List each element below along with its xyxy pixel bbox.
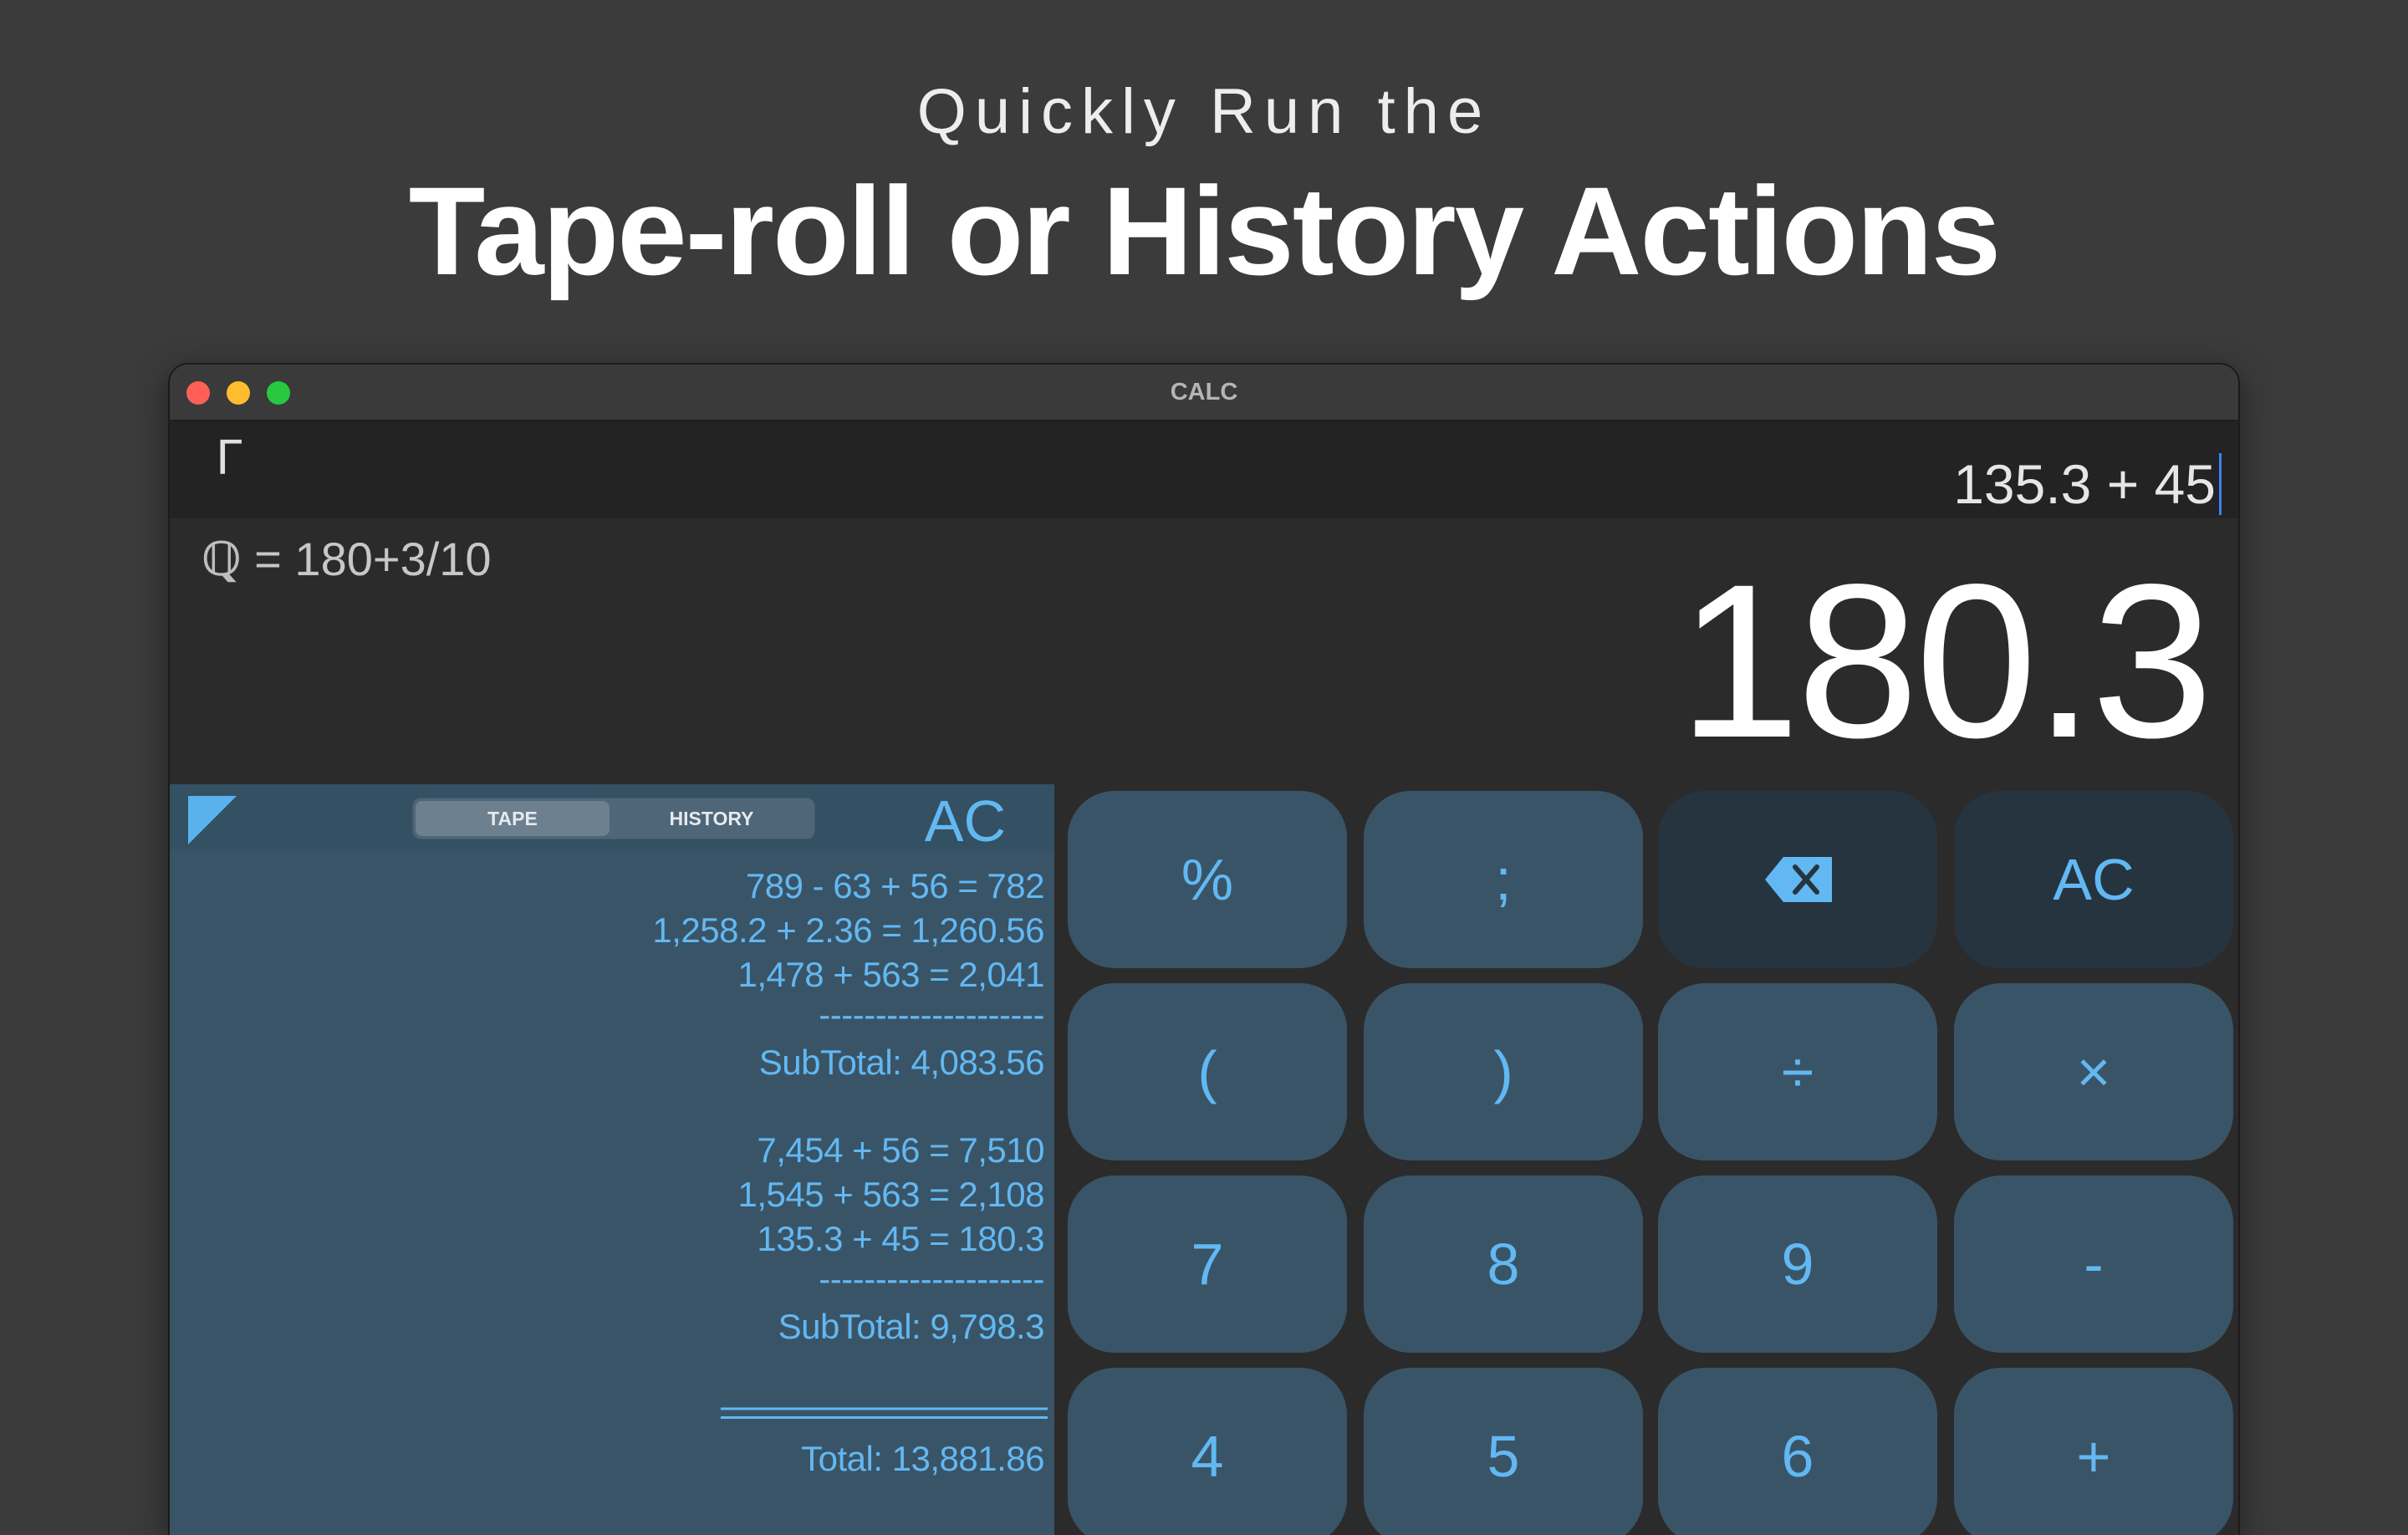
all-clear-key[interactable]: AC: [1954, 791, 2233, 968]
tape-line: 789 - 63 + 56 = 782: [745, 866, 1045, 905]
tape-separator: --------------------: [819, 995, 1044, 1034]
tape-line: 1,545 + 563 = 2,108: [737, 1175, 1044, 1214]
calc-window: CALC Γ 135.3 + 45 ℚ = 180+3/10 180.3 TAP…: [170, 365, 2238, 1535]
tape-total: Total: 13,881.86: [801, 1439, 1044, 1478]
tape-history-switch[interactable]: TAPE HISTORY: [412, 798, 815, 839]
tape-double-separator: =====================: [718, 1393, 1049, 1432]
open-paren-key[interactable]: (: [1068, 983, 1347, 1160]
backspace-key[interactable]: [1658, 791, 1937, 968]
digit-5-key[interactable]: 5: [1364, 1368, 1643, 1535]
percent-key[interactable]: %: [1068, 791, 1347, 968]
fraction-value: = 180+3/10: [241, 533, 492, 585]
title-bar: CALC: [170, 365, 2238, 421]
tape-subtotal: SubTotal: 4,083.56: [758, 1043, 1045, 1082]
expression-input[interactable]: 135.3 + 45: [1953, 453, 2222, 515]
headline-title: Tape-roll or History Actions: [408, 161, 2002, 301]
digit-9-key[interactable]: 9: [1658, 1175, 1937, 1353]
tape-line: 1,478 + 563 = 2,041: [737, 955, 1044, 994]
tape-line: 7,454 + 56 = 7,510: [757, 1130, 1044, 1170]
tape-line: 1,258.2 + 2.36 = 1,260.56: [652, 910, 1044, 950]
digit-7-key[interactable]: 7: [1068, 1175, 1347, 1353]
fraction-readout: ℚ = 180+3/10: [202, 532, 492, 587]
tape-line: 135.3 + 45 = 180.3: [757, 1219, 1044, 1258]
digit-4-key[interactable]: 4: [1068, 1368, 1347, 1535]
rational-icon: ℚ: [202, 533, 242, 585]
semicolon-key[interactable]: ;: [1364, 791, 1643, 968]
tape-separator: --------------------: [819, 1259, 1044, 1298]
headline-subtitle: Quickly Run the: [916, 76, 1492, 147]
input-mode-icon[interactable]: Γ: [216, 431, 242, 486]
result-value: 180.3: [1678, 538, 2213, 783]
keypad: % ; AC ( ) ÷ × 7 8 9 - 4 5 6 +: [1054, 784, 2238, 1535]
clear-tape-button[interactable]: AC: [925, 788, 1006, 854]
divide-key[interactable]: ÷: [1658, 983, 1937, 1160]
digit-6-key[interactable]: 6: [1658, 1368, 1937, 1535]
window-title: CALC: [1170, 379, 1238, 405]
tab-tape[interactable]: TAPE: [416, 801, 610, 836]
tab-history[interactable]: HISTORY: [615, 801, 809, 836]
result-display: ℚ = 180+3/10 180.3: [170, 518, 2238, 798]
multiply-key[interactable]: ×: [1954, 983, 2233, 1160]
close-paren-key[interactable]: ): [1364, 983, 1643, 1160]
tape-subtotal: SubTotal: 9,798.3: [778, 1307, 1045, 1346]
minus-key[interactable]: -: [1954, 1175, 2233, 1353]
collapse-triangle-icon[interactable]: [188, 796, 237, 844]
tape-panel: TAPE HISTORY AC 789 - 63 + 56 = 782 1,25…: [170, 784, 1054, 1535]
plus-key[interactable]: +: [1954, 1368, 2233, 1535]
digit-8-key[interactable]: 8: [1364, 1175, 1643, 1353]
expression-input-row[interactable]: Γ 135.3 + 45: [170, 421, 2238, 518]
tape-header: TAPE HISTORY AC: [170, 784, 1054, 854]
backspace-icon: [1765, 857, 1832, 902]
